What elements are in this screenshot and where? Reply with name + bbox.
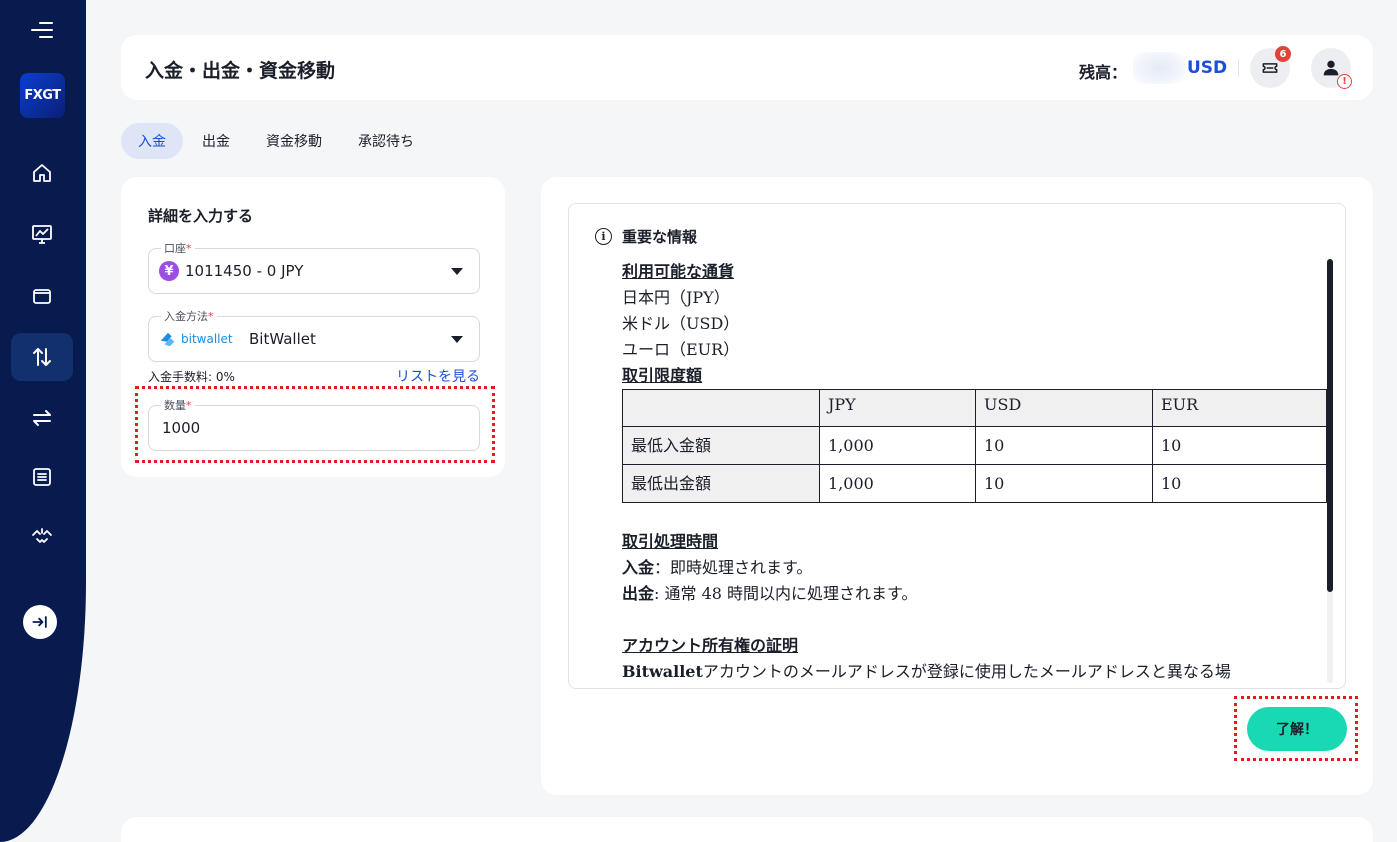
scrollbar-thumb[interactable]: [1327, 259, 1333, 592]
ownership-text: Bitwalletアカウントのメールアドレスが登録に使用したメールアドレスと異な…: [622, 662, 1231, 681]
tab-deposit[interactable]: 入金: [121, 123, 183, 159]
info-scroll-box[interactable]: i 重要な情報 利用可能な通貨 日本円（JPY） 米ドル（USD） ユーロ（EU…: [568, 203, 1346, 689]
table-row-header: 最低出金額: [622, 464, 820, 503]
table-cell: 1,000: [819, 464, 976, 503]
info-content: 利用可能な通貨 日本円（JPY） 米ドル（USD） ユーロ（EUR） 取引限度額…: [622, 259, 1327, 685]
currencies-title: 利用可能な通貨: [622, 262, 735, 281]
header-divider: [1238, 59, 1239, 77]
amount-highlight-box: [135, 386, 495, 463]
limits-title: 取引限度額: [622, 366, 703, 385]
swap-arrows-icon[interactable]: [11, 394, 73, 442]
bottom-card: [121, 817, 1373, 842]
tab-transfer[interactable]: 資金移動: [249, 123, 339, 159]
chevron-down-icon: [451, 268, 463, 275]
table-header-row: JPY USD EUR: [622, 389, 1327, 427]
transfer-arrows-icon[interactable]: [11, 333, 73, 381]
table-row: 最低出金額 1,000 10 10: [622, 464, 1327, 503]
table-row-header: 最低入金額: [622, 426, 820, 465]
tab-pending[interactable]: 承認待ち: [341, 123, 431, 159]
page-header: 入金・出金・資金移動 残高： USD 6 !: [121, 35, 1373, 100]
table-cell: 10: [975, 426, 1153, 465]
info-header: i 重要な情報: [595, 226, 697, 247]
deposit-method-value: BitWallet: [249, 330, 316, 348]
table-cell: 10: [975, 464, 1153, 503]
deposit-processing-text: 入金：即時処理されます。: [622, 558, 813, 577]
processing-title: 取引処理時間: [622, 532, 719, 551]
account-label: 口座*: [161, 240, 195, 256]
ticket-icon: [1262, 63, 1278, 73]
view-list-link[interactable]: リストを見る: [396, 366, 480, 386]
arrow-right-bar-icon: [32, 616, 47, 628]
home-icon[interactable]: [11, 149, 73, 197]
acknowledge-highlight-box: [1234, 696, 1358, 761]
balance-label: 残高：: [1079, 63, 1128, 82]
table-header-cell: USD: [975, 389, 1153, 427]
deposit-method-select[interactable]: 入金方法* bitwallet BitWallet: [148, 308, 480, 362]
table-row: 最低入金額 1,000 10 10: [622, 426, 1327, 465]
wallet-icon[interactable]: [11, 272, 73, 320]
form-title: 詳細を入力する: [148, 207, 254, 225]
table-header-cell: [622, 389, 820, 427]
account-select[interactable]: 口座* ¥ 1011450 - 0 JPY: [148, 240, 480, 294]
currency-item: ユーロ（EUR）: [622, 340, 740, 359]
bitwallet-icon: [160, 332, 175, 347]
withdraw-processing-text: 出金: 通常 48 時間以内に処理されます。: [622, 584, 918, 603]
menu-icon[interactable]: [31, 22, 53, 42]
sidebar: FXGT: [0, 0, 86, 842]
table-cell: 10: [1152, 426, 1327, 465]
page-title: 入金・出金・資金移動: [145, 60, 336, 82]
fxgt-logo[interactable]: FXGT: [20, 73, 65, 118]
deposit-method-label: 入金方法*: [161, 308, 217, 324]
chart-monitor-icon[interactable]: [11, 210, 73, 258]
info-title: 重要な情報: [622, 228, 698, 246]
handshake-icon[interactable]: [11, 513, 73, 561]
currency-item: 日本円（JPY）: [622, 288, 730, 307]
table-cell: 1,000: [819, 426, 976, 465]
currency-item: 米ドル（USD）: [622, 314, 740, 333]
table-header-cell: EUR: [1152, 389, 1327, 427]
balance-value-hidden: [1133, 52, 1185, 84]
account-value: 1011450 - 0 JPY: [185, 262, 304, 280]
collapse-sidebar-button[interactable]: [23, 605, 57, 639]
balance-currency: USD: [1187, 58, 1228, 78]
deposit-fee-text: 入金手数料: 0%: [148, 370, 235, 384]
table-header-cell: JPY: [819, 389, 976, 427]
list-icon[interactable]: [11, 453, 73, 501]
user-alert-icon: !: [1337, 74, 1352, 89]
table-cell: 10: [1152, 464, 1327, 503]
tab-withdraw[interactable]: 出金: [185, 123, 247, 159]
tabs: 入金 出金 資金移動 承認待ち: [121, 123, 433, 159]
ownership-title: アカウント所有権の証明: [622, 636, 799, 655]
chevron-down-icon: [451, 336, 463, 343]
notification-badge: 6: [1275, 46, 1291, 62]
info-icon: i: [595, 228, 612, 245]
yen-icon: ¥: [159, 261, 179, 281]
bitwallet-logo: bitwallet: [159, 330, 233, 348]
limits-table: JPY USD EUR 最低入金額 1,000 10 10 最低出金額 1,00…: [622, 389, 1327, 503]
